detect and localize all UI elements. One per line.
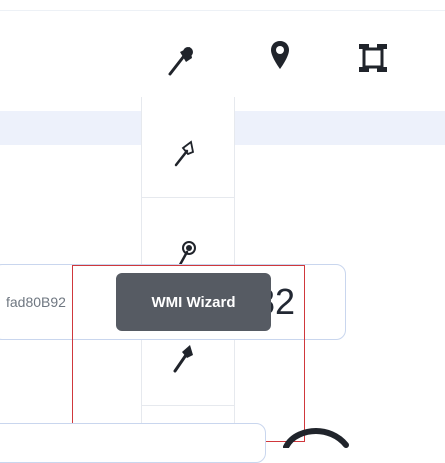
object-id-value: fad80B92	[6, 294, 66, 310]
bottom-input-field[interactable]	[0, 423, 266, 463]
pin-icon[interactable]	[166, 44, 194, 78]
top-divider	[0, 10, 445, 11]
cell-divider	[141, 197, 235, 198]
location-marker-icon[interactable]	[270, 40, 290, 70]
circular-arc-icon[interactable]	[282, 425, 352, 448]
pin-icon[interactable]	[173, 138, 195, 168]
bounding-box-icon[interactable]	[358, 43, 388, 73]
selection-rectangle	[72, 265, 305, 442]
